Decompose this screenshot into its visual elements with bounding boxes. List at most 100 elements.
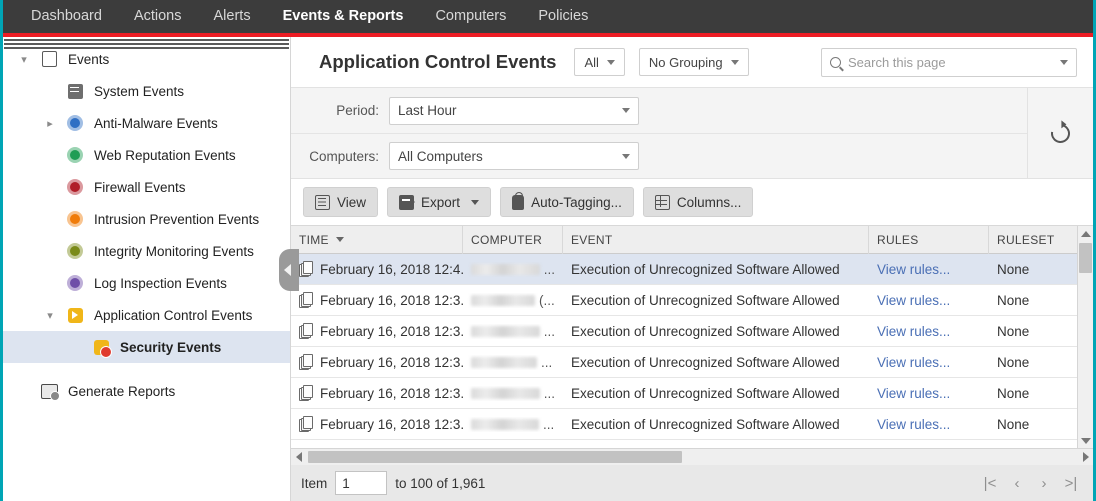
chevron-right-icon[interactable]: ▸ [37, 117, 63, 130]
column-header-time[interactable]: TIME [291, 226, 463, 254]
horizontal-scroll-track[interactable] [306, 449, 1078, 465]
document-icon [299, 292, 313, 308]
auto-tagging-button-label: Auto-Tagging... [531, 195, 622, 210]
period-select[interactable]: Last Hour [389, 97, 639, 125]
sidebar-navigation: ▾ Events System Events ▸ Anti-Malware Ev… [3, 37, 291, 501]
vertical-scroll-track[interactable] [1078, 241, 1093, 433]
events-icon [37, 49, 61, 69]
cell-rules-link[interactable]: View rules... [869, 417, 989, 432]
vertical-scroll-thumb[interactable] [1079, 243, 1092, 273]
vertical-scrollbar[interactable] [1077, 226, 1093, 448]
search-box[interactable] [821, 48, 1077, 77]
nav-item-alerts[interactable]: Alerts [198, 0, 267, 33]
redacted-computer-name [471, 264, 540, 275]
log-inspection-icon [63, 273, 87, 293]
redacted-computer-name [471, 419, 539, 430]
export-button[interactable]: Export [387, 187, 491, 217]
sidebar-item-web-reputation-events[interactable]: Web Reputation Events [3, 139, 290, 171]
sidebar-item-anti-malware-events[interactable]: ▸ Anti-Malware Events [3, 107, 290, 139]
computers-select[interactable]: All Computers [389, 142, 639, 170]
sidebar-item-application-control-events[interactable]: ▾ Application Control Events [3, 299, 290, 331]
nav-item-events-and-reports[interactable]: Events & Reports [267, 0, 420, 33]
chevron-down-icon[interactable]: ▾ [37, 309, 63, 322]
cell-time: February 16, 2018 12:3... [291, 292, 463, 308]
sidebar-item-label: Intrusion Prevention Events [87, 212, 259, 227]
item-number-input[interactable] [335, 471, 387, 495]
document-icon [299, 416, 313, 432]
sidebar-item-intrusion-prevention-events[interactable]: Intrusion Prevention Events [3, 203, 290, 235]
cell-time: February 16, 2018 12:3... [291, 323, 463, 339]
cell-rules-link[interactable]: View rules... [869, 262, 989, 277]
security-events-icon [89, 337, 113, 357]
table-row[interactable]: February 16, 2018 12:4... ... Execution … [291, 254, 1077, 285]
column-header-computer[interactable]: COMPUTER [463, 226, 563, 254]
columns-button[interactable]: Columns... [643, 187, 754, 217]
refresh-icon [1047, 120, 1073, 146]
cell-time: February 16, 2018 12:3... [291, 416, 463, 432]
sidebar-item-integrity-monitoring-events[interactable]: Integrity Monitoring Events [3, 235, 290, 267]
sidebar-item-events[interactable]: ▾ Events [3, 43, 290, 75]
table-row[interactable]: February 16, 2018 12:3... ... Execution … [291, 316, 1077, 347]
scroll-up-button[interactable] [1081, 226, 1091, 241]
sidebar-item-security-events[interactable]: Security Events [3, 331, 290, 363]
sidebar-item-label: Firewall Events [87, 180, 186, 195]
cell-time: February 16, 2018 12:4... [291, 261, 463, 277]
view-button[interactable]: View [303, 187, 378, 217]
sidebar-item-system-events[interactable]: System Events [3, 75, 290, 107]
scroll-right-button[interactable] [1078, 452, 1093, 462]
horizontal-scroll-thumb[interactable] [308, 451, 682, 463]
sidebar-item-generate-reports[interactable]: Generate Reports [3, 375, 290, 407]
table-row[interactable]: February 16, 2018 12:3... ... Execution … [291, 378, 1077, 409]
computers-filter-row: Computers: All Computers [291, 133, 1027, 178]
generate-reports-icon [37, 381, 61, 401]
sidebar-item-label: Web Reputation Events [87, 148, 236, 163]
column-header-event[interactable]: EVENT [563, 226, 869, 254]
nav-item-policies[interactable]: Policies [522, 0, 604, 33]
main-content: Application Control Events All No Groupi… [291, 37, 1093, 501]
cell-rules-link[interactable]: View rules... [869, 293, 989, 308]
document-icon [299, 323, 313, 339]
scope-filter-dropdown[interactable]: All [574, 48, 624, 76]
sidebar-collapse-handle[interactable] [279, 249, 299, 291]
grouping-filter-dropdown[interactable]: No Grouping [639, 48, 749, 76]
scroll-down-button[interactable] [1081, 433, 1091, 448]
column-header-ruleset[interactable]: RULESET [989, 226, 1077, 254]
previous-page-button[interactable]: ‹ [1005, 471, 1029, 495]
table-row[interactable]: February 16, 2018 12:3... ... Execution … [291, 409, 1077, 440]
computer-truncation: ... [544, 262, 555, 277]
time-value: February 16, 2018 12:3... [320, 355, 463, 370]
triangle-left-icon [296, 452, 302, 462]
cell-event: Execution of Unrecognized Software Allow… [563, 417, 869, 432]
filter-fields: Period: Last Hour Computers: All Compute… [291, 88, 1027, 178]
nav-item-dashboard[interactable]: Dashboard [15, 0, 118, 33]
sidebar-item-label: Application Control Events [87, 308, 252, 323]
first-page-button[interactable]: |< [978, 471, 1002, 495]
chevron-down-icon[interactable]: ▾ [11, 53, 37, 66]
nav-item-computers[interactable]: Computers [419, 0, 522, 33]
computer-truncation: ... [543, 417, 554, 432]
sidebar-item-firewall-events[interactable]: Firewall Events [3, 171, 290, 203]
table-row[interactable]: February 16, 2018 12:3... (... Execution… [291, 285, 1077, 316]
events-table: TIME COMPUTER EVENT RULES RULESET [291, 225, 1093, 465]
chevron-down-icon[interactable] [1060, 60, 1068, 65]
chevron-down-icon [622, 154, 630, 159]
refresh-button[interactable] [1027, 88, 1093, 178]
nav-item-actions[interactable]: Actions [118, 0, 198, 33]
view-icon [315, 195, 330, 210]
horizontal-scrollbar[interactable] [291, 448, 1093, 465]
table-row[interactable]: February 16, 2018 12:3... ... Execution … [291, 347, 1077, 378]
web-reputation-icon [63, 145, 87, 165]
scroll-left-button[interactable] [291, 452, 306, 462]
cell-rules-link[interactable]: View rules... [869, 355, 989, 370]
sidebar-item-log-inspection-events[interactable]: Log Inspection Events [3, 267, 290, 299]
cell-event: Execution of Unrecognized Software Allow… [563, 293, 869, 308]
cell-rules-link[interactable]: View rules... [869, 324, 989, 339]
auto-tagging-button[interactable]: Auto-Tagging... [500, 187, 634, 217]
next-page-button[interactable]: › [1032, 471, 1056, 495]
application-control-icon [63, 305, 87, 325]
cell-computer: ... [463, 417, 563, 432]
last-page-button[interactable]: >| [1059, 471, 1083, 495]
column-header-rules[interactable]: RULES [869, 226, 989, 254]
search-input[interactable] [848, 55, 1052, 70]
cell-rules-link[interactable]: View rules... [869, 386, 989, 401]
